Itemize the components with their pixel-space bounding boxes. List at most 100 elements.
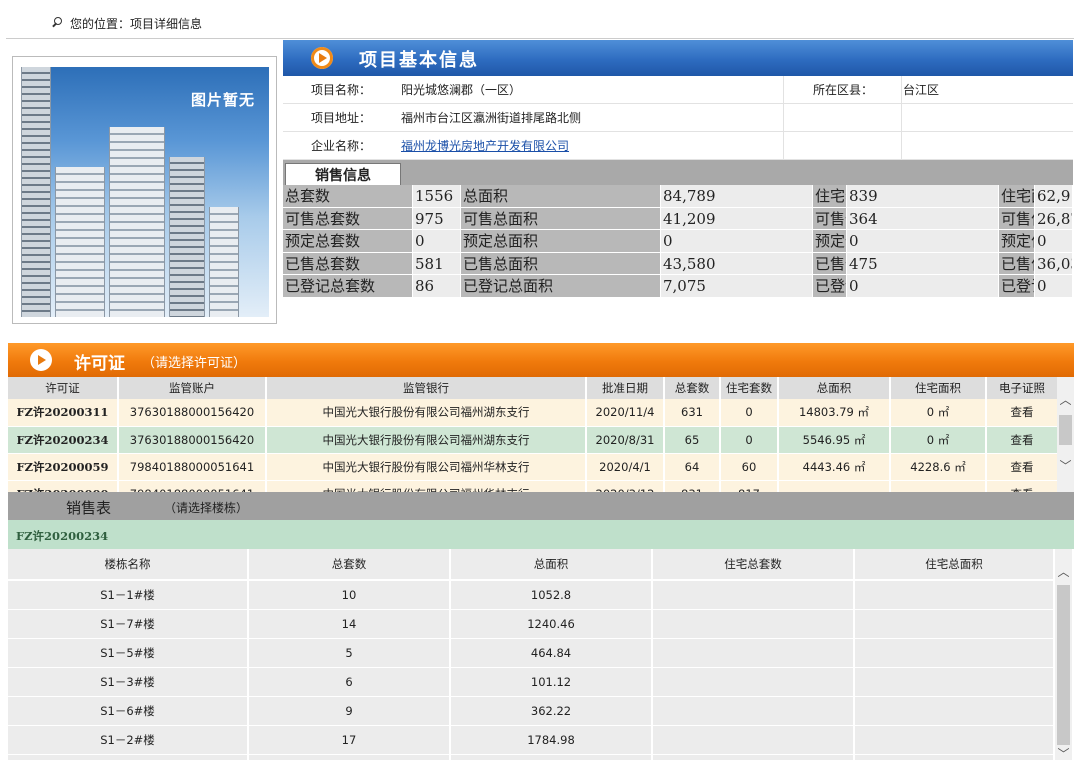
basic-info-rows: 项目名称： 阳光城悠澜郡（一区） 所在区县： 台江区 项目地址： 福州市台江区瀛…	[283, 76, 1073, 160]
sales-info-label: 已登记总面积	[461, 275, 661, 298]
sales-info-value: 364	[847, 207, 999, 230]
sales-info-value: 1556	[413, 185, 461, 208]
permit-cell: 64	[664, 453, 721, 481]
scroll-down-icon[interactable]: ﹀	[1055, 745, 1072, 760]
basic-info-header: 项目基本信息	[283, 40, 1073, 76]
location-pin-icon	[50, 16, 64, 30]
address-value: 福州市台江区瀛洲街道排尾路北侧	[401, 111, 582, 125]
sales-info-label: 已售总套数	[283, 252, 413, 275]
sales-info-value: 62,910	[1035, 185, 1073, 208]
permit-cell: 中国光大银行股份有限公司福州华林支行	[266, 480, 587, 492]
company-link[interactable]: 福州龙博光房地产开发有限公司	[401, 137, 569, 154]
permit-cell: 0	[720, 399, 779, 427]
project-name-value: 阳光城悠澜郡（一区）	[401, 83, 522, 97]
permit-cell: 37630188000156420	[118, 426, 267, 454]
building-row[interactable]: S1－5#楼 5 464.84	[8, 638, 1054, 668]
permit-column-header: 批准日期	[586, 377, 665, 399]
sales-info-label: 总套数	[283, 185, 413, 208]
permit-subtitle: （请选择许可证）	[142, 356, 247, 371]
permit-cell: 2020/4/1	[586, 453, 665, 481]
sales-info-label: 已登记总套数	[283, 275, 413, 298]
permit-table-container: 许可证 监管账户 监管银行 批准日期 总套数 住宅套数 总面积 住宅面积 电子证照 FZ许202…	[8, 377, 1058, 492]
sales-info-label: 已登记住宅套数	[813, 275, 847, 298]
permit-cell: 65	[664, 426, 721, 454]
arrow-circle-icon	[311, 47, 333, 69]
sales-info-grid: 总套数1556总面积84,789住宅套数839住宅面积62,910可售总套数97…	[283, 185, 1073, 298]
sales-info-row: 可售总套数975可售总面积41,209可售住宅套数364可售住宅面积26,876	[283, 207, 1073, 230]
building-row[interactable]: S1－1#楼 10 1052.8	[8, 580, 1054, 610]
view-certificate-link[interactable]: 查看	[986, 399, 1058, 427]
building-row[interactable]: S1－2#楼 17 1784.98	[8, 725, 1054, 755]
permit-cell: FZ许20200059	[8, 453, 119, 481]
tab-sales-info[interactable]: 销售信息	[285, 163, 401, 185]
scroll-down-icon[interactable]: ﹀	[1057, 457, 1074, 474]
permit-header: 许可证 （请选择许可证）	[8, 343, 1074, 377]
breadcrumb-text: 您的位置：项目详细信息	[70, 16, 203, 31]
permit-row[interactable]: FZ许20200311 37630188000156420 中国光大银行股份有限公司…	[8, 399, 1058, 427]
sales-info-value: 0	[413, 230, 461, 253]
permit-cell: 831	[664, 480, 721, 492]
sales-info-label: 可售总套数	[283, 207, 413, 230]
permit-cell: 5546.95 ㎡	[778, 426, 891, 454]
building-cell: S1－1#楼	[8, 580, 249, 610]
building-cell	[652, 638, 855, 668]
divider	[6, 38, 1074, 39]
breadcrumb: 您的位置：项目详细信息	[50, 14, 202, 32]
permit-cell: 2020/11/4	[586, 399, 665, 427]
permit-cell: 817	[720, 480, 779, 492]
sales-info-value: 839	[847, 185, 999, 208]
permit-cell: 631	[664, 399, 721, 427]
permit-cell: 79840188000051641	[118, 453, 267, 481]
permit-scrollbar[interactable]: ︿ ﹀	[1057, 377, 1074, 492]
sales-info-value: 43,580	[661, 252, 813, 275]
permit-cell: FZ许20200311	[8, 399, 119, 427]
permit-column-header: 监管银行	[266, 377, 587, 399]
sales-info-label: 可售住宅面积	[999, 207, 1035, 230]
building-scrollbar[interactable]: ︿ ﹀	[1055, 549, 1072, 760]
sales-info-value: 0	[661, 230, 813, 253]
building-cell: 362.22	[450, 696, 653, 726]
sales-info-label: 预定住宅面积	[999, 230, 1035, 253]
building-table: 楼栋名称 总套数 总面积 住宅总套数 住宅总面积 S1－1#楼 10 1052.8 S1－7#…	[8, 549, 1054, 760]
permit-row[interactable]: FZ许2020000079840188000051641中国光大银行股份有限公司…	[8, 480, 1058, 492]
sales-info-label: 住宅面积	[999, 185, 1035, 208]
permit-cell	[890, 480, 987, 492]
sales-info-label: 预定总面积	[461, 230, 661, 253]
permit-cell: 0 ㎡	[890, 426, 987, 454]
building-column-header: 楼栋名称	[8, 549, 249, 581]
scroll-thumb[interactable]	[1059, 415, 1072, 445]
sales-info-label: 已登记住宅面积	[999, 275, 1035, 298]
selected-permit-label: FZ许20200234	[8, 520, 1074, 549]
permit-cell	[778, 480, 891, 492]
sales-info-value: 0	[1035, 275, 1073, 298]
permit-cell: 37630188000156420	[118, 399, 267, 427]
building-cell: 10	[248, 580, 451, 610]
sales-info-value: 0	[847, 275, 999, 298]
building-row[interactable]: S1－3#楼 6 101.12	[8, 667, 1054, 697]
permit-cell: FZ许20200234	[8, 426, 119, 454]
building-cell: 6	[248, 667, 451, 697]
info-row-name: 项目名称： 阳光城悠澜郡（一区） 所在区县： 台江区	[283, 76, 1073, 104]
sales-info-value: 0	[1035, 230, 1073, 253]
scroll-up-icon[interactable]: ︿	[1055, 563, 1072, 580]
permit-row[interactable]: FZ许20200059 79840188000051641 中国光大银行股份有限公司…	[8, 453, 1058, 481]
view-certificate-link[interactable]: 查看	[986, 426, 1058, 454]
permit-cell: 2020/8/31	[586, 426, 665, 454]
scroll-thumb[interactable]	[1057, 585, 1070, 745]
photo-placeholder-label: 图片暂无	[190, 91, 255, 109]
building-cell	[652, 580, 855, 610]
permit-column-header: 许可证	[8, 377, 119, 399]
permit-row[interactable]: FZ许20200234 37630188000156420 中国光大银行股份有限公司…	[8, 426, 1058, 454]
permit-column-header: 住宅面积	[890, 377, 987, 399]
view-certificate-link[interactable]: 查看	[986, 453, 1058, 481]
building-row[interactable]: S1－6#楼 9 362.22	[8, 696, 1054, 726]
building-cell: 101.12	[450, 667, 653, 697]
sales-info-value: 0	[847, 230, 999, 253]
sales-info-row: 预定总套数0预定总面积0预定住宅套数0预定住宅面积0	[283, 230, 1073, 253]
view-certificate-link[interactable]: 查看	[986, 480, 1058, 492]
company-label: 企业名称：	[311, 139, 372, 153]
scroll-up-icon[interactable]: ︿	[1057, 391, 1074, 408]
permit-cell: 中国光大银行股份有限公司福州湖东支行	[266, 399, 587, 427]
sales-info-label: 预定住宅套数	[813, 230, 847, 253]
building-row[interactable]: S1－7#楼 14 1240.46	[8, 609, 1054, 639]
